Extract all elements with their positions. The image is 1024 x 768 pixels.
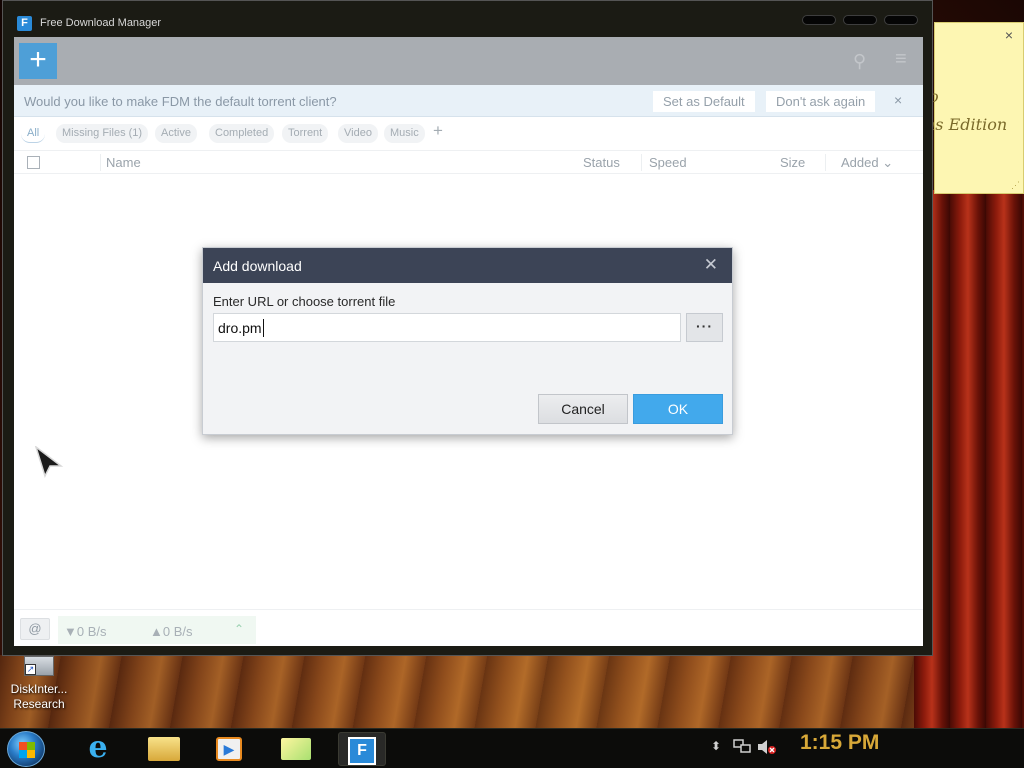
volume-muted-icon[interactable] [757, 739, 777, 755]
tab-video[interactable]: Video [338, 124, 378, 143]
column-separator [825, 154, 826, 171]
toolbar: + ⚲ ≡ [14, 37, 923, 85]
url-input[interactable] [213, 313, 681, 342]
column-separator [100, 154, 101, 171]
sticky-note[interactable]: × o ns Edition ⋰ [925, 22, 1024, 194]
network-icon[interactable] [733, 739, 751, 755]
notification-text: Would you like to make FDM the default t… [24, 94, 337, 109]
start-button[interactable] [7, 731, 45, 767]
column-size[interactable]: Size [780, 155, 805, 170]
text-caret [263, 319, 264, 337]
fdm-app-icon: F [348, 737, 376, 765]
sticky-note-line1: o [929, 87, 939, 106]
snail-mode-icon[interactable]: @ [20, 618, 50, 640]
dialog-header[interactable]: Add download ✕ [203, 248, 732, 283]
desktop-icon-diskinternals[interactable]: ↗ DiskInter... Research [4, 656, 74, 712]
taskbar-windows-explorer[interactable] [140, 732, 188, 766]
search-icon[interactable]: ⚲ [853, 51, 866, 72]
close-button[interactable] [884, 15, 918, 25]
mouse-cursor-icon [34, 446, 64, 478]
add-download-dialog: Add download ✕ Enter URL or choose torre… [202, 247, 733, 435]
sticky-close-icon[interactable]: × [1005, 27, 1013, 43]
upload-speed: ▲0 B/s [150, 624, 193, 639]
add-download-button[interactable]: + [19, 43, 57, 79]
browse-file-button[interactable]: ··· [686, 313, 723, 342]
tab-completed[interactable]: Completed [209, 124, 275, 143]
tab-music[interactable]: Music [384, 124, 425, 143]
fdm-logo-icon: F [17, 16, 32, 31]
desktop-icon-label: DiskInter... Research [4, 682, 74, 712]
chevron-up-icon[interactable]: ⌃ [234, 622, 244, 636]
column-added[interactable]: Added ⌄ [841, 155, 893, 171]
title-bar[interactable]: F Free Download Manager [3, 1, 932, 37]
sticky-note-line2: ns Edition [925, 115, 1008, 134]
column-speed[interactable]: Speed [649, 155, 687, 170]
set-as-default-button[interactable]: Set as Default [653, 91, 755, 112]
taskbar-internet-explorer[interactable]: e [74, 732, 122, 766]
media-player-icon: ▶ [216, 737, 242, 761]
desktop-wallpaper-floor [0, 655, 1024, 728]
sticky-notes-icon [281, 738, 311, 760]
cancel-button[interactable]: Cancel [538, 394, 628, 424]
show-hidden-icons-icon[interactable]: ⬍ [711, 739, 721, 753]
tab-active[interactable]: Active [155, 124, 197, 143]
speed-indicator[interactable]: ▼0 B/s ▲0 B/s ⌃ [58, 616, 256, 644]
taskbar-sticky-notes[interactable] [272, 732, 320, 766]
select-all-checkbox[interactable] [27, 156, 40, 169]
dialog-close-icon[interactable]: ✕ [704, 255, 718, 275]
resize-grip-icon[interactable]: ⋰ [1011, 180, 1020, 191]
tab-torrent[interactable]: Torrent [282, 124, 329, 143]
download-speed: ▼0 B/s [64, 624, 107, 639]
dont-ask-again-button[interactable]: Don't ask again [766, 91, 876, 112]
taskbar-clock[interactable]: 1:15 PM [800, 731, 879, 755]
filter-tabs: All Missing Files (1) Active Completed T… [14, 121, 923, 147]
taskbar-media-player[interactable]: ▶ [205, 732, 253, 766]
hamburger-menu-icon[interactable]: ≡ [895, 48, 907, 71]
shortcut-arrow-icon: ↗ [25, 664, 36, 675]
column-name[interactable]: Name [106, 155, 141, 170]
desktop-icon-label-line1: DiskInter... [10, 682, 68, 696]
tab-all[interactable]: All [21, 124, 46, 143]
disk-drive-icon: ↗ [24, 656, 54, 676]
default-client-notification: Would you like to make FDM the default t… [14, 85, 923, 117]
maximize-button[interactable] [843, 15, 877, 25]
windows-logo-icon [19, 742, 35, 758]
folder-icon [148, 737, 180, 761]
column-separator [641, 154, 642, 171]
minimize-button[interactable] [802, 15, 836, 25]
status-bar: @ ▼0 B/s ▲0 B/s ⌃ [14, 609, 923, 646]
sticky-note-text: o ns Edition [925, 83, 1007, 139]
internet-explorer-icon: e [88, 730, 108, 765]
url-field-label: Enter URL or choose torrent file [213, 294, 396, 309]
download-list-header: Name Status Speed Size Added ⌄ [14, 150, 923, 174]
dialog-title: Add download [213, 258, 302, 274]
ok-button[interactable]: OK [633, 394, 723, 424]
desktop-icon-label-line2: Research [13, 697, 65, 711]
notification-close-icon[interactable]: × [894, 92, 902, 108]
add-filter-icon[interactable]: + [433, 121, 443, 141]
taskbar: e ▶ F ⬍ 1:15 PM [0, 728, 1024, 768]
window-title: Free Download Manager [40, 17, 162, 29]
taskbar-free-download-manager[interactable]: F [338, 732, 386, 766]
column-status[interactable]: Status [583, 155, 620, 170]
tab-missing-files[interactable]: Missing Files (1) [56, 124, 149, 143]
